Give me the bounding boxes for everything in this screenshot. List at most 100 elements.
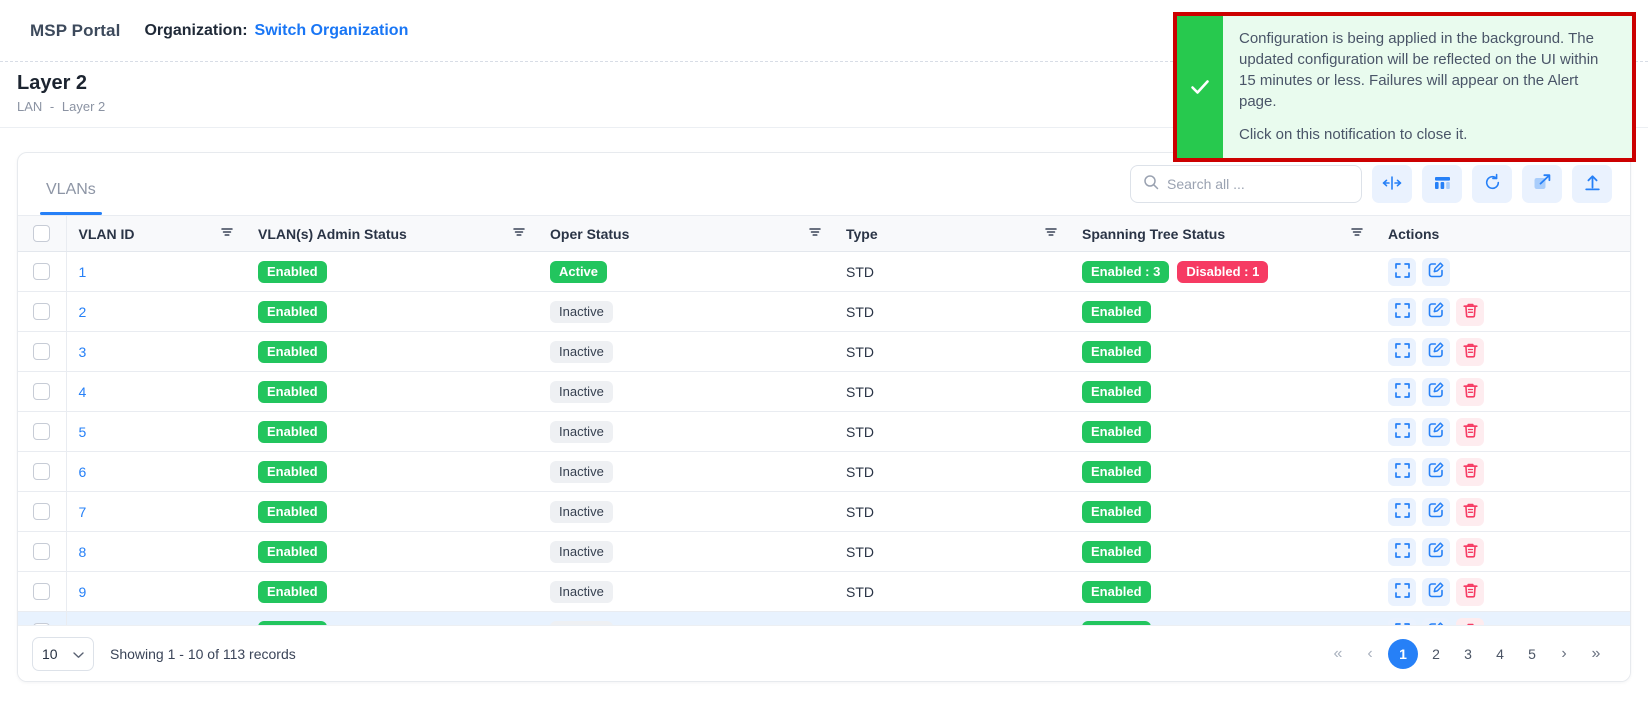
edit-row-button[interactable] <box>1422 578 1450 606</box>
column-settings-icon-button[interactable] <box>1422 165 1462 203</box>
delete-icon <box>1462 582 1479 602</box>
card-toolbar: VLANs <box>18 153 1630 215</box>
switch-organization-link[interactable]: Switch Organization <box>255 22 409 40</box>
tab-vlans[interactable]: VLANs <box>40 181 102 215</box>
delete-row-button[interactable] <box>1456 538 1484 566</box>
next-page-button[interactable]: › <box>1550 640 1578 668</box>
filter-icon[interactable] <box>1044 225 1058 242</box>
delete-row-button[interactable] <box>1456 418 1484 446</box>
delete-row-button[interactable] <box>1456 378 1484 406</box>
fit-columns-icon-button[interactable] <box>1372 165 1412 203</box>
column-header-stp-status[interactable]: Spanning Tree Status <box>1070 216 1376 252</box>
upload-icon-button[interactable] <box>1572 165 1612 203</box>
filter-icon[interactable] <box>220 225 234 242</box>
table-row[interactable]: 6 Enabled Inactive STD Enabled <box>18 452 1631 492</box>
vlan-id-link[interactable]: 1 <box>79 264 87 280</box>
page-button-3[interactable]: 3 <box>1454 640 1482 668</box>
select-all-checkbox[interactable] <box>33 225 50 242</box>
configuration-toast[interactable]: Configuration is being applied in the ba… <box>1173 12 1636 162</box>
last-page-button[interactable]: » <box>1582 640 1610 668</box>
table-row[interactable]: 4 Enabled Inactive STD Enabled <box>18 372 1631 412</box>
delete-icon <box>1462 462 1479 482</box>
admin-status-badge: Enabled <box>258 501 327 523</box>
filter-icon[interactable] <box>1350 225 1364 242</box>
edit-row-button[interactable] <box>1422 378 1450 406</box>
export-icon-button[interactable] <box>1522 165 1562 203</box>
vlan-id-link[interactable]: 5 <box>79 424 87 440</box>
page-button-1[interactable]: 1 <box>1388 639 1418 669</box>
row-checkbox[interactable] <box>33 583 50 600</box>
row-checkbox[interactable] <box>33 303 50 320</box>
page-button-2[interactable]: 2 <box>1422 640 1450 668</box>
filter-icon[interactable] <box>512 225 526 242</box>
edit-row-button[interactable] <box>1422 458 1450 486</box>
expand-row-button[interactable] <box>1388 338 1416 366</box>
edit-icon <box>1427 421 1445 442</box>
table-row[interactable]: 9 Enabled Inactive STD Enabled <box>18 572 1631 612</box>
delete-row-button[interactable] <box>1456 458 1484 486</box>
column-header-vlan-id[interactable]: VLAN ID <box>66 216 246 252</box>
search-box[interactable] <box>1130 165 1362 203</box>
card-tabs: VLANs <box>40 153 102 215</box>
row-checkbox[interactable] <box>33 543 50 560</box>
table-row[interactable]: 3 Enabled Inactive STD Enabled <box>18 332 1631 372</box>
column-header-admin-status[interactable]: VLAN(s) Admin Status <box>246 216 538 252</box>
cell-stp-status: Enabled <box>1070 452 1376 492</box>
table-row[interactable]: 5 Enabled Inactive STD Enabled <box>18 412 1631 452</box>
row-checkbox[interactable] <box>33 423 50 440</box>
table-row[interactable]: 7 Enabled Inactive STD Enabled <box>18 492 1631 532</box>
filter-icon[interactable] <box>808 225 822 242</box>
row-checkbox[interactable] <box>33 503 50 520</box>
vlan-id-link[interactable]: 4 <box>79 384 87 400</box>
edit-row-button[interactable] <box>1422 498 1450 526</box>
expand-row-button[interactable] <box>1388 258 1416 286</box>
vlan-id-link[interactable]: 9 <box>79 584 87 600</box>
expand-row-button[interactable] <box>1388 378 1416 406</box>
row-checkbox[interactable] <box>33 463 50 480</box>
table-row[interactable]: 2 Enabled Inactive STD Enabled <box>18 292 1631 332</box>
edit-row-button[interactable] <box>1422 418 1450 446</box>
refresh-icon-button[interactable] <box>1472 165 1512 203</box>
vlan-id-link[interactable]: 8 <box>79 544 87 560</box>
breadcrumb-root[interactable]: LAN <box>17 99 42 114</box>
table-row[interactable]: 1 Enabled Active STD Enabled : 3Disabled… <box>18 252 1631 292</box>
expand-row-button[interactable] <box>1388 538 1416 566</box>
delete-row-button[interactable] <box>1456 298 1484 326</box>
expand-row-button[interactable] <box>1388 418 1416 446</box>
row-checkbox[interactable] <box>33 263 50 280</box>
prev-page-button[interactable]: ‹ <box>1356 640 1384 668</box>
delete-row-button[interactable] <box>1456 498 1484 526</box>
search-input[interactable] <box>1167 176 1349 192</box>
vlan-id-link[interactable]: 6 <box>79 464 87 480</box>
edit-icon <box>1427 581 1445 602</box>
expand-row-button[interactable] <box>1388 458 1416 486</box>
cell-vlan-id: 4 <box>66 372 246 412</box>
page-button-5[interactable]: 5 <box>1518 640 1546 668</box>
vlan-id-link[interactable]: 3 <box>79 344 87 360</box>
row-checkbox[interactable] <box>33 343 50 360</box>
expand-row-button[interactable] <box>1388 578 1416 606</box>
edit-row-button[interactable] <box>1422 338 1450 366</box>
row-checkbox[interactable] <box>33 383 50 400</box>
vlan-id-link[interactable]: 2 <box>79 304 87 320</box>
edit-row-button[interactable] <box>1422 538 1450 566</box>
expand-row-button[interactable] <box>1388 298 1416 326</box>
msp-portal-label[interactable]: MSP Portal <box>30 21 120 41</box>
table-row[interactable]: 8 Enabled Inactive STD Enabled <box>18 532 1631 572</box>
column-header-label: Oper Status <box>550 226 629 242</box>
vlan-id-link[interactable]: 7 <box>79 504 87 520</box>
edit-row-button[interactable] <box>1422 298 1450 326</box>
search-icon <box>1143 174 1159 195</box>
delete-row-button[interactable] <box>1456 338 1484 366</box>
page-size-select[interactable]: 10 <box>32 637 94 671</box>
column-header-oper-status[interactable]: Oper Status <box>538 216 834 252</box>
cell-stp-status: Enabled <box>1070 412 1376 452</box>
first-page-button[interactable]: « <box>1324 640 1352 668</box>
page-button-4[interactable]: 4 <box>1486 640 1514 668</box>
expand-icon <box>1394 582 1411 602</box>
edit-row-button[interactable] <box>1422 258 1450 286</box>
column-header-type[interactable]: Type <box>834 216 1070 252</box>
delete-row-button[interactable] <box>1456 578 1484 606</box>
expand-row-button[interactable] <box>1388 498 1416 526</box>
cell-admin-status: Enabled <box>246 532 538 572</box>
